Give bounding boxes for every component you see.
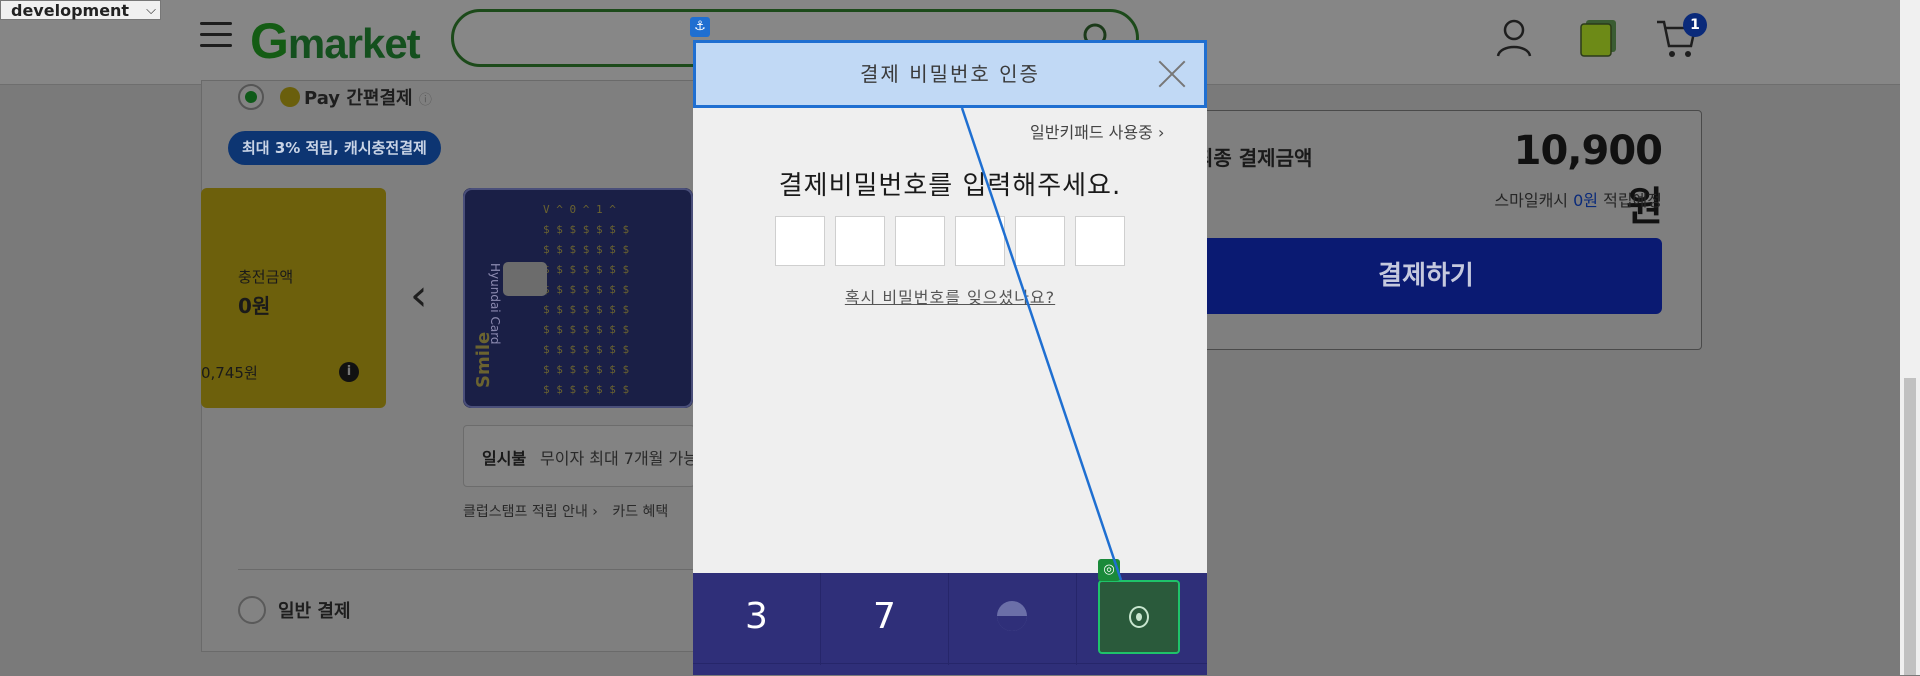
smile-icon [997, 601, 1027, 631]
scrollbar-thumb[interactable] [1904, 378, 1916, 675]
anchor-icon: ⚓ [690, 17, 710, 37]
svg-text:V ^ 0 ^ 1 ^: V ^ 0 ^ 1 ^ [543, 203, 616, 216]
installment-label: 일시불 [482, 449, 527, 468]
chevron-right-icon: › [1152, 123, 1165, 142]
modal-title: 결제 비밀번호 인증 [693, 40, 1207, 108]
pin-slot [1075, 216, 1125, 266]
svg-text:$ $ $ $ $ $ $: $ $ $ $ $ $ $ [543, 263, 629, 276]
pin-slot [895, 216, 945, 266]
chevron-left-icon[interactable]: ‹ [410, 270, 428, 321]
svg-text:Smile: Smile [473, 332, 494, 388]
smilepay-label: Pay 간편결제 ⓘ [280, 84, 432, 110]
smilepay-radio[interactable] [238, 84, 264, 110]
gmarket-logo[interactable]: Gmarket [250, 12, 421, 70]
total-amount: 10,900원 [1513, 128, 1663, 230]
password-prompt: 결제비밀번호를 입력해주세요. [778, 171, 1122, 201]
installment-text: 무이자 최대 7개월 가능 [540, 449, 698, 468]
pin-slot [1015, 216, 1065, 266]
svg-text:$ $ $ $ $ $ $: $ $ $ $ $ $ $ [543, 323, 629, 336]
svg-text:$ $ $ $ $ $ $: $ $ $ $ $ $ $ [543, 383, 629, 396]
cash-balance: 0,745원 [201, 364, 258, 382]
keypad-key-3[interactable]: 3 [693, 573, 821, 665]
info-icon[interactable]: i [339, 362, 359, 382]
keypad-row-2 [693, 663, 1207, 676]
cart-count-badge: 1 [1683, 13, 1707, 37]
pin-slot [835, 216, 885, 266]
svg-text:$ $ $ $ $ $ $: $ $ $ $ $ $ $ [543, 223, 629, 236]
link-card-benefit[interactable]: 카드 혜택 [612, 504, 668, 520]
charge-amount-label: 충전금액 [238, 268, 294, 286]
chevron-right-icon: › [587, 504, 603, 520]
normal-pay-label: 일반 결제 [278, 601, 351, 622]
smile-coin-icon [280, 87, 300, 107]
environment-select[interactable]: development ⌵ [0, 0, 161, 20]
my-coupon-icon[interactable] [1578, 18, 1620, 58]
svg-text:$ $ $ $ $ $ $: $ $ $ $ $ $ $ [543, 363, 629, 376]
user-icon[interactable] [1495, 18, 1533, 58]
chevron-down-icon: ⌵ [146, 3, 156, 18]
svg-text:$ $ $ $ $ $ $: $ $ $ $ $ $ $ [543, 283, 629, 296]
card-pattern: V ^ 0 ^ 1 ^ $ $ $ $ $ $ $ $ $ $ $ $ $ $ … [463, 188, 693, 408]
normal-pay-radio[interactable] [238, 596, 266, 624]
svg-text:$ $ $ $ $ $ $: $ $ $ $ $ $ $ [543, 303, 629, 316]
pin-slot [955, 216, 1005, 266]
card-chip [503, 262, 547, 296]
card-links: 클럽스탬프 적립 안내 › 카드 혜택 [463, 501, 668, 521]
pin-slot [775, 216, 825, 266]
eye-icon [1129, 606, 1149, 628]
svg-text:$ $ $ $ $ $ $: $ $ $ $ $ $ $ [543, 243, 629, 256]
smilecash-reward: 스마일캐시 0원 적립예정 [1494, 191, 1662, 210]
hyundai-smile-card[interactable]: V ^ 0 ^ 1 ^ $ $ $ $ $ $ $ $ $ $ $ $ $ $ … [463, 188, 693, 408]
target-icon: ◎ [1098, 559, 1120, 581]
close-icon[interactable] [1158, 60, 1186, 88]
keypad-type-toggle[interactable]: 일반키패드 사용중 › [1030, 119, 1164, 143]
info-icon[interactable]: ⓘ [419, 93, 432, 108]
svg-text:$ $ $ $ $ $ $: $ $ $ $ $ $ $ [543, 343, 629, 356]
menu-icon[interactable] [200, 22, 232, 48]
charge-amount-value: 0원 [238, 294, 271, 318]
pay-button[interactable]: 결제하기 [1190, 238, 1662, 314]
total-label: 최종 결제금액 [1195, 146, 1313, 170]
forgot-password-link[interactable]: 혹시 비밀번호를 잊으셨나요? [693, 284, 1207, 308]
promo-badge: 최대 3% 적립, 캐시충전결제 [228, 131, 441, 165]
link-stamp[interactable]: 클럽스탬프 적립 안내 [463, 504, 588, 520]
keypad-key-7[interactable]: 7 [821, 573, 949, 665]
